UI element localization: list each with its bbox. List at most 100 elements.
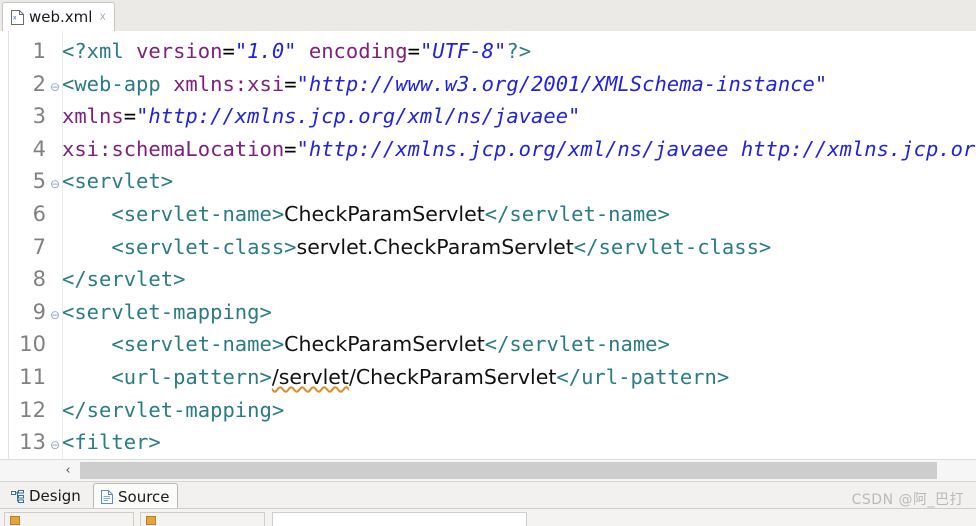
tab-source-label: Source — [118, 487, 170, 506]
code-line[interactable]: 10 <servlet-name>CheckParamServlet</serv… — [0, 328, 976, 361]
code-line[interactable]: 2 ⊖ <web-app xmlns:xsi="http://www.w3.org/… — [0, 68, 976, 101]
fold-collapse-icon[interactable]: ⊖ — [48, 299, 62, 332]
editor-tab-strip: x web.xml ☓ — [0, 0, 976, 32]
xml-file-icon: x — [11, 9, 24, 25]
code-token: = — [284, 136, 297, 161]
code-token: </servlet-mapping> — [62, 397, 285, 422]
code-token: </servlet-name> — [484, 332, 670, 357]
code-text: <servlet> — [62, 165, 173, 198]
code-line[interactable]: 3 xmlns="http://xmlns.jcp.org/xml/ns/jav… — [0, 100, 976, 133]
eclipse-xml-editor-window: x web.xml ☓ 1 <?xml version="1.0" encodi… — [0, 0, 976, 526]
line-number: 9 — [32, 299, 46, 324]
line-number: 3 — [32, 104, 46, 129]
tab-design-label: Design — [29, 487, 81, 505]
code-token: "http://www.w3.org/2001/XMLSchema-instan… — [296, 71, 828, 96]
code-token: encoding — [308, 39, 408, 63]
tab-source[interactable]: Source — [93, 483, 178, 509]
code-token: "UTF-8" — [419, 39, 507, 63]
line-number: 2 — [32, 71, 46, 96]
code-token: = — [284, 71, 297, 96]
document-icon — [101, 489, 113, 504]
code-line[interactable]: 4 xsi:schemaLocation="http://xmlns.jcp.o… — [0, 133, 976, 166]
code-text: <url-pattern>/servlet/CheckParamServlet<… — [62, 361, 729, 394]
code-token: xsi:schemaLocation — [62, 136, 285, 161]
code-line[interactable]: 5 ⊖ <servlet> — [0, 165, 976, 198]
code-text: <servlet-name>CheckParamServlet</servlet… — [62, 328, 670, 361]
code-line[interactable]: 7 <servlet-class>servlet.CheckParamServl… — [0, 231, 976, 264]
code-line[interactable]: 9 ⊖ <servlet-mapping> — [0, 296, 976, 329]
line-number: 12 — [19, 397, 46, 422]
code-token: <filter> — [62, 430, 161, 455]
code-token: </servlet> — [62, 267, 186, 292]
line-number: 13 — [19, 430, 46, 455]
code-line[interactable]: 11 <url-pattern>/servlet/CheckParamServl… — [0, 361, 976, 394]
code-token: = — [222, 39, 235, 63]
panel-tab-icon-1 — [10, 516, 20, 525]
line-number: 7 — [32, 234, 46, 259]
code-line[interactable]: 12 </servlet-mapping> — [0, 394, 976, 427]
code-lines: 1 <?xml version="1.0" encoding="UTF-8"?>… — [0, 35, 976, 459]
code-token: </servlet-name> — [484, 201, 670, 226]
fold-collapse-icon[interactable]: ⊖ — [48, 429, 62, 459]
code-text: <servlet-class>servlet.CheckParamServlet… — [62, 231, 771, 264]
panel-tab-icon-2 — [146, 516, 156, 525]
code-text: <filter> — [62, 426, 161, 459]
code-text: <?xml version="1.0" encoding="UTF-8"?> — [62, 35, 531, 68]
bottom-panel-tab-3[interactable] — [272, 512, 527, 526]
code-token: <web-app — [62, 71, 174, 96]
code-token: version — [136, 39, 223, 63]
line-number: 4 — [32, 136, 46, 161]
code-line[interactable]: 6 <servlet-name>CheckParamServlet</servl… — [0, 198, 976, 231]
tree-outline-icon — [11, 489, 24, 503]
code-text: <web-app xmlns:xsi="http://www.w3.org/20… — [62, 68, 827, 101]
bottom-view-panel — [0, 508, 976, 526]
code-text: xmlns="http://xmlns.jcp.org/xml/ns/javae… — [62, 100, 580, 133]
code-token: ?> — [506, 39, 532, 63]
code-token: </url-pattern> — [556, 364, 730, 389]
code-token: <?xml — [62, 39, 137, 63]
code-token: <servlet-name> — [111, 201, 285, 226]
bottom-panel-tab-1[interactable] — [4, 512, 134, 526]
code-token: = — [123, 104, 137, 129]
line-number: 10 — [19, 332, 46, 357]
source-code-area[interactable]: 1 <?xml version="1.0" encoding="UTF-8"?>… — [0, 31, 976, 459]
tab-design[interactable]: Design — [4, 483, 88, 509]
code-token: xmlns:xsi — [173, 71, 285, 96]
code-line[interactable]: 8 </servlet> — [0, 263, 976, 296]
scroll-left-arrow-icon[interactable]: ‹ — [58, 460, 78, 481]
bottom-panel-tab-2[interactable] — [140, 512, 265, 526]
code-token: <servlet> — [62, 169, 174, 194]
code-token: "1.0" — [234, 39, 297, 63]
code-token: <url-pattern> — [111, 364, 272, 389]
code-token: <servlet-name> — [111, 332, 285, 357]
editor-tab-label: web.xml — [29, 7, 93, 26]
code-token: = — [407, 39, 420, 63]
watermark-text: CSDN @阿_巴打 — [851, 492, 964, 508]
close-icon[interactable]: ☓ — [99, 11, 105, 23]
editor-tab-web-xml[interactable]: x web.xml ☓ — [2, 2, 115, 31]
code-text: <servlet-mapping> — [62, 296, 272, 329]
fold-collapse-icon[interactable]: ⊖ — [48, 71, 62, 104]
line-number: 11 — [19, 364, 46, 389]
code-line[interactable]: 1 <?xml version="1.0" encoding="UTF-8"?> — [0, 35, 976, 68]
horizontal-scrollbar[interactable]: ‹ — [0, 459, 976, 481]
code-line[interactable]: 13 ⊖ <filter> — [0, 426, 976, 459]
line-number: 6 — [32, 201, 46, 226]
horizontal-scrollbar-thumb[interactable] — [80, 462, 937, 479]
code-token: <servlet-mapping> — [62, 299, 272, 324]
fold-collapse-icon[interactable]: ⊖ — [48, 168, 62, 201]
code-token: servlet.CheckParamServlet — [296, 234, 574, 259]
